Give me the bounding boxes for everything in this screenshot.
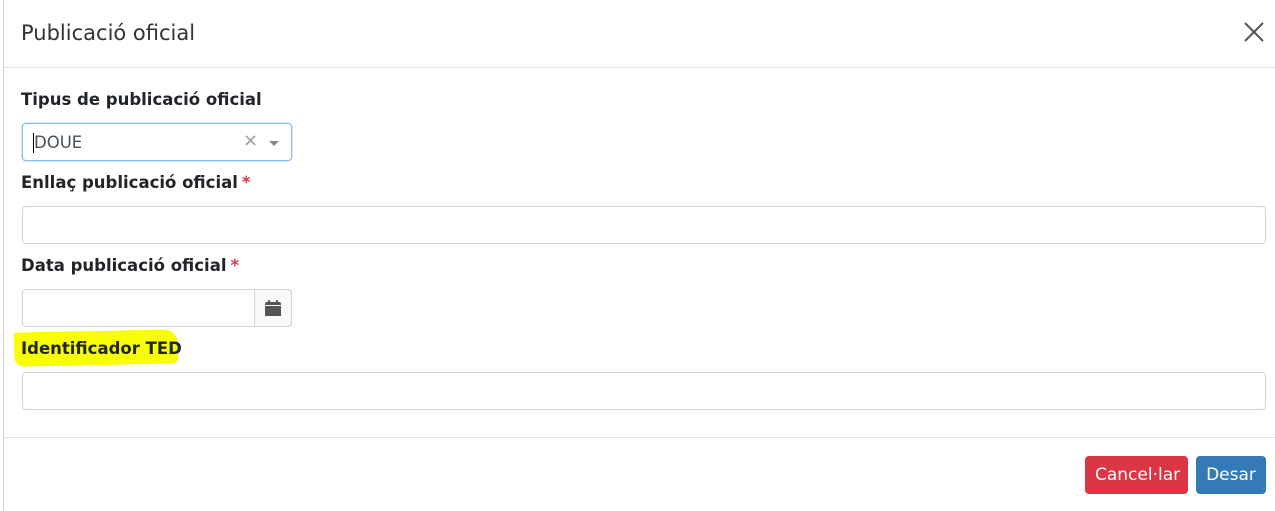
required-mark: * — [241, 173, 251, 192]
required-mark: * — [230, 256, 240, 275]
date-label-text: Data publicació oficial — [21, 256, 227, 275]
date-input[interactable] — [22, 289, 255, 327]
save-button[interactable]: Desar — [1196, 456, 1266, 494]
modal-footer: Cancel·lar Desar — [4, 437, 1275, 511]
ted-id-input[interactable] — [22, 372, 1266, 410]
calendar-button[interactable] — [254, 289, 292, 327]
modal-title: Publicació oficial — [21, 21, 196, 45]
modal-header: Publicació oficial — [4, 0, 1275, 68]
ted-id-label-text: Identificador TED — [21, 339, 182, 358]
date-label: Data publicació oficial * — [21, 255, 239, 277]
close-icon — [1244, 22, 1264, 42]
date-picker — [22, 289, 292, 327]
publication-type-select[interactable]: DOUE × — [22, 123, 292, 161]
publication-type-label-text: Tipus de publicació oficial — [21, 90, 262, 109]
cancel-button[interactable]: Cancel·lar — [1085, 456, 1188, 494]
calendar-icon — [265, 300, 281, 316]
link-input[interactable] — [22, 206, 1266, 244]
publication-type-value: DOUE — [34, 133, 83, 152]
publication-type-label: Tipus de publicació oficial — [21, 89, 262, 111]
link-label-text: Enllaç publicació oficial — [21, 173, 238, 192]
publication-modal: Publicació oficial Tipus de publicació o… — [3, 0, 1275, 511]
chevron-down-icon[interactable] — [269, 141, 279, 146]
close-button[interactable] — [1242, 20, 1266, 44]
clear-selection-button[interactable]: × — [243, 130, 258, 152]
ted-id-label: Identificador TED — [21, 338, 182, 360]
link-label: Enllaç publicació oficial * — [21, 172, 251, 194]
